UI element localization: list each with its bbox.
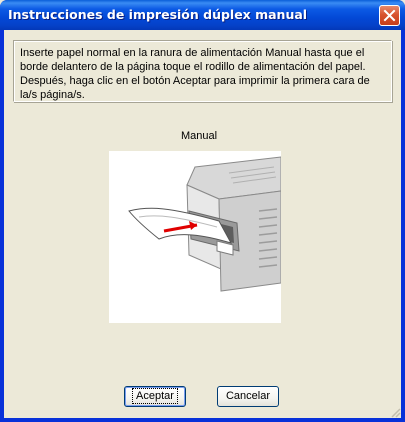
window-title: Instrucciones de impresión dúplex manual [8, 7, 308, 22]
close-button[interactable] [379, 5, 400, 26]
close-icon [383, 9, 396, 22]
dialog-body: Inserte papel normal en la ranura de ali… [4, 30, 401, 418]
cancel-button-label: Cancelar [225, 390, 271, 402]
title-bar[interactable]: Instrucciones de impresión dúplex manual [0, 0, 405, 30]
cancel-button[interactable]: Cancelar [217, 386, 279, 407]
instructions-box: Inserte papel normal en la ranura de ali… [13, 40, 392, 102]
dialog-window: Instrucciones de impresión dúplex manual… [0, 0, 405, 422]
illustration-caption: Manual [180, 130, 218, 142]
ok-button-label: Aceptar [132, 388, 178, 404]
printer-icon [128, 156, 282, 292]
printer-manual-feed-illustration [109, 151, 282, 323]
instructions-text: Inserte papel normal en la ranura de ali… [20, 47, 370, 101]
resize-grip-icon[interactable] [389, 406, 401, 418]
ok-button[interactable]: Aceptar [124, 386, 186, 407]
